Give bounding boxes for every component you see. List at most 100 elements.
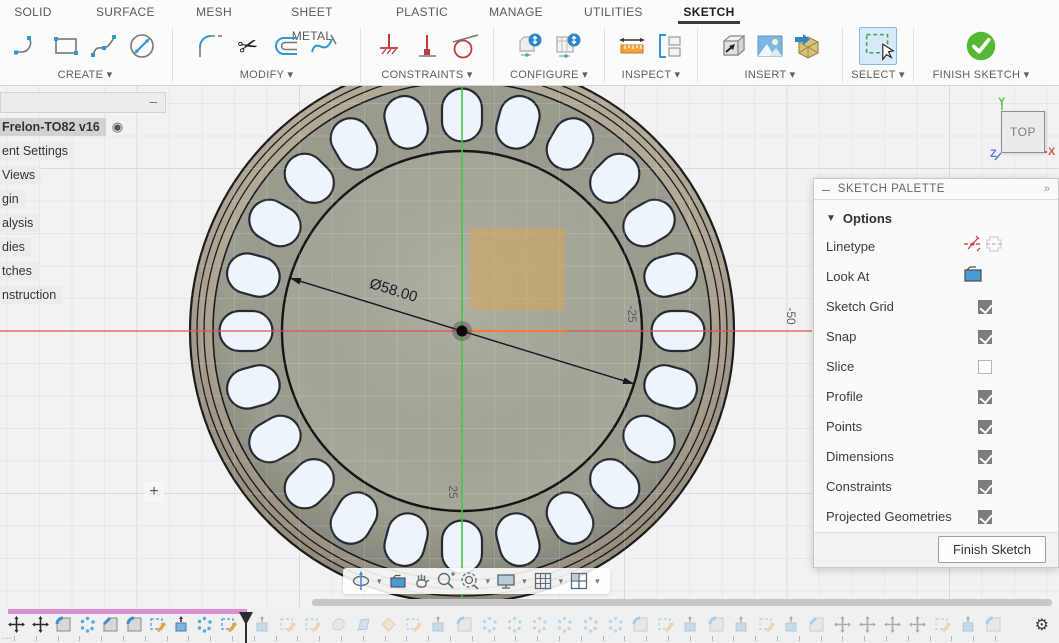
palette-expand-icon[interactable]: »: [1044, 183, 1050, 195]
timeline-feature-move-suppressed[interactable]: [834, 616, 851, 633]
ribbon-group-label[interactable]: INSERT ▾: [700, 68, 840, 81]
zoom-icon[interactable]: [436, 571, 456, 591]
ribbon-group-label[interactable]: FINISH SKETCH ▾: [916, 68, 1046, 81]
timeline-feature-fillet[interactable]: [55, 616, 72, 633]
browser-expand-button[interactable]: +: [144, 482, 164, 502]
checkbox-slice[interactable]: [978, 360, 992, 374]
timeline-feature-extrude-suppressed[interactable]: [733, 616, 750, 633]
timeline-feature-sketch-edit-suppressed[interactable]: [304, 616, 321, 633]
look-at-nav-icon[interactable]: [388, 571, 408, 591]
browser-row[interactable]: tches: [0, 260, 166, 281]
insert-derive-icon[interactable]: [717, 31, 747, 61]
timeline-feature-extrude-suppressed[interactable]: [254, 616, 271, 633]
spline-icon[interactable]: [89, 31, 119, 61]
timeline-feature-revolve-suppressed[interactable]: [380, 616, 397, 633]
browser-minimize-button[interactable]: –: [150, 94, 157, 109]
timeline-feature-move[interactable]: [32, 616, 49, 633]
timeline-feature-form-suppressed[interactable]: [330, 616, 347, 633]
timeline-group-marker[interactable]: [8, 609, 247, 614]
configuration-table-icon[interactable]: [553, 31, 583, 61]
timeline-feature-chamfer[interactable]: [102, 616, 119, 633]
timeline-feature-sketch-edit-suppressed[interactable]: [405, 616, 422, 633]
rectangle-icon[interactable]: [51, 31, 81, 61]
timeline-feature-sketch-suppressed[interactable]: [607, 616, 624, 633]
ribbon-group-label[interactable]: CONFIGURE ▾: [496, 68, 602, 81]
timeline-feature-sketch-edit-suppressed[interactable]: [279, 616, 296, 633]
grid-settings-icon[interactable]: [533, 571, 553, 591]
nav-dropdown-caret[interactable]: ▾: [522, 576, 527, 587]
timeline-feature-sketch-suppressed[interactable]: [531, 616, 548, 633]
timeline-feature-sketch-edit[interactable]: [220, 616, 237, 633]
timeline-feature-extrude[interactable]: [173, 616, 190, 633]
timeline-feature-sketch-edit-suppressed[interactable]: [657, 616, 674, 633]
browser-row[interactable]: nstruction: [0, 284, 166, 305]
visibility-radio-icon[interactable]: ◉: [112, 119, 123, 135]
timeline-feature-extrude-suppressed[interactable]: [783, 616, 800, 633]
display-settings-icon[interactable]: [496, 571, 516, 591]
checkbox-snap[interactable]: [978, 330, 992, 344]
viewcube-top-face[interactable]: TOP: [1001, 111, 1045, 153]
timeline-feature-extrude-suppressed[interactable]: [682, 616, 699, 633]
circle-diameter-icon[interactable]: [127, 31, 157, 61]
viewcube[interactable]: TOP Y Z X: [990, 96, 1056, 166]
tab-mesh[interactable]: MESH: [192, 0, 236, 24]
viewports-icon[interactable]: [569, 571, 589, 591]
ribbon-group-label[interactable]: MODIFY ▾: [175, 68, 358, 81]
timeline-feature-chamfer-suppressed[interactable]: [808, 616, 825, 633]
ribbon-group-label[interactable]: CREATE ▾: [0, 68, 170, 81]
timeline-feature-sketch-edit[interactable]: [149, 616, 166, 633]
timeline-feature-fillet-suppressed[interactable]: [708, 616, 725, 633]
linetype-construction-icon[interactable]: [962, 233, 984, 255]
timeline-feature-sketch-edit-suppressed[interactable]: [934, 616, 951, 633]
arc-icon[interactable]: [13, 31, 43, 61]
finish-sketch-icon[interactable]: [962, 27, 1000, 65]
finish-sketch-button[interactable]: Finish Sketch: [938, 536, 1046, 563]
timeline-playhead[interactable]: [238, 612, 254, 643]
look-at-icon[interactable]: [962, 263, 984, 285]
timeline-feature-fillet[interactable]: [126, 616, 143, 633]
nav-dropdown-caret[interactable]: ▾: [377, 576, 382, 587]
nav-dropdown-caret[interactable]: ▾: [595, 576, 600, 587]
timeline-feature-fillet-suppressed[interactable]: [985, 616, 1002, 633]
fillet-icon[interactable]: [195, 31, 225, 61]
select-window-icon[interactable]: [859, 27, 897, 65]
browser-row[interactable]: dies: [0, 236, 166, 257]
ribbon-group-label[interactable]: CONSTRAINTS ▾: [363, 68, 491, 81]
timeline-feature-sketch[interactable]: [196, 616, 213, 633]
tangent-constraint-icon[interactable]: [450, 31, 480, 61]
checkbox-constraints[interactable]: [978, 480, 992, 494]
palette-collapse-button[interactable]: –: [822, 181, 830, 197]
measure-icon[interactable]: [617, 31, 647, 61]
break-icon[interactable]: [309, 31, 339, 61]
timeline-feature-extrude-suppressed[interactable]: [960, 616, 977, 633]
checkbox-dimensions[interactable]: [978, 450, 992, 464]
browser-row[interactable]: ent Settings: [0, 140, 166, 161]
checkbox-projected-geometries[interactable]: [978, 510, 992, 524]
tab-surface[interactable]: SURFACE: [96, 0, 154, 24]
orbit-icon[interactable]: [351, 571, 371, 591]
timeline-feature-sketch-suppressed[interactable]: [582, 616, 599, 633]
nav-dropdown-caret[interactable]: ▾: [486, 576, 491, 587]
timeline-feature-move-suppressed[interactable]: [909, 616, 926, 633]
checkbox-points[interactable]: [978, 420, 992, 434]
timeline-feature-sketch-edit-suppressed[interactable]: [758, 616, 775, 633]
browser-row[interactable]: Views: [0, 164, 166, 185]
fit-icon[interactable]: [460, 571, 480, 591]
timeline-feature-sketch-suppressed[interactable]: [556, 616, 573, 633]
linetype-centerline-icon[interactable]: [984, 233, 1006, 255]
checkbox-sketch-grid[interactable]: [978, 300, 992, 314]
configure-feature-icon[interactable]: [515, 31, 545, 61]
browser-row[interactable]: gin: [0, 188, 166, 209]
nav-dropdown-caret[interactable]: ▾: [559, 576, 564, 587]
timeline-feature-fillet-suppressed[interactable]: [632, 616, 649, 633]
insert-mesh-icon[interactable]: [793, 31, 823, 61]
tab-manage[interactable]: MANAGE: [488, 0, 544, 24]
browser-row[interactable]: Frelon-TO82 v16◉: [0, 116, 166, 137]
timeline-feature-fillet-suppressed[interactable]: [456, 616, 473, 633]
timeline-scrollbar[interactable]: [312, 599, 1052, 606]
tab-sketch[interactable]: SKETCH: [678, 0, 740, 24]
midpoint-constraint-icon[interactable]: [412, 31, 442, 61]
ribbon-group-label[interactable]: INSPECT ▾: [607, 68, 695, 81]
timeline-feature-loft-suppressed[interactable]: [355, 616, 372, 633]
options-section-header[interactable]: ▼ Options: [826, 206, 1046, 232]
